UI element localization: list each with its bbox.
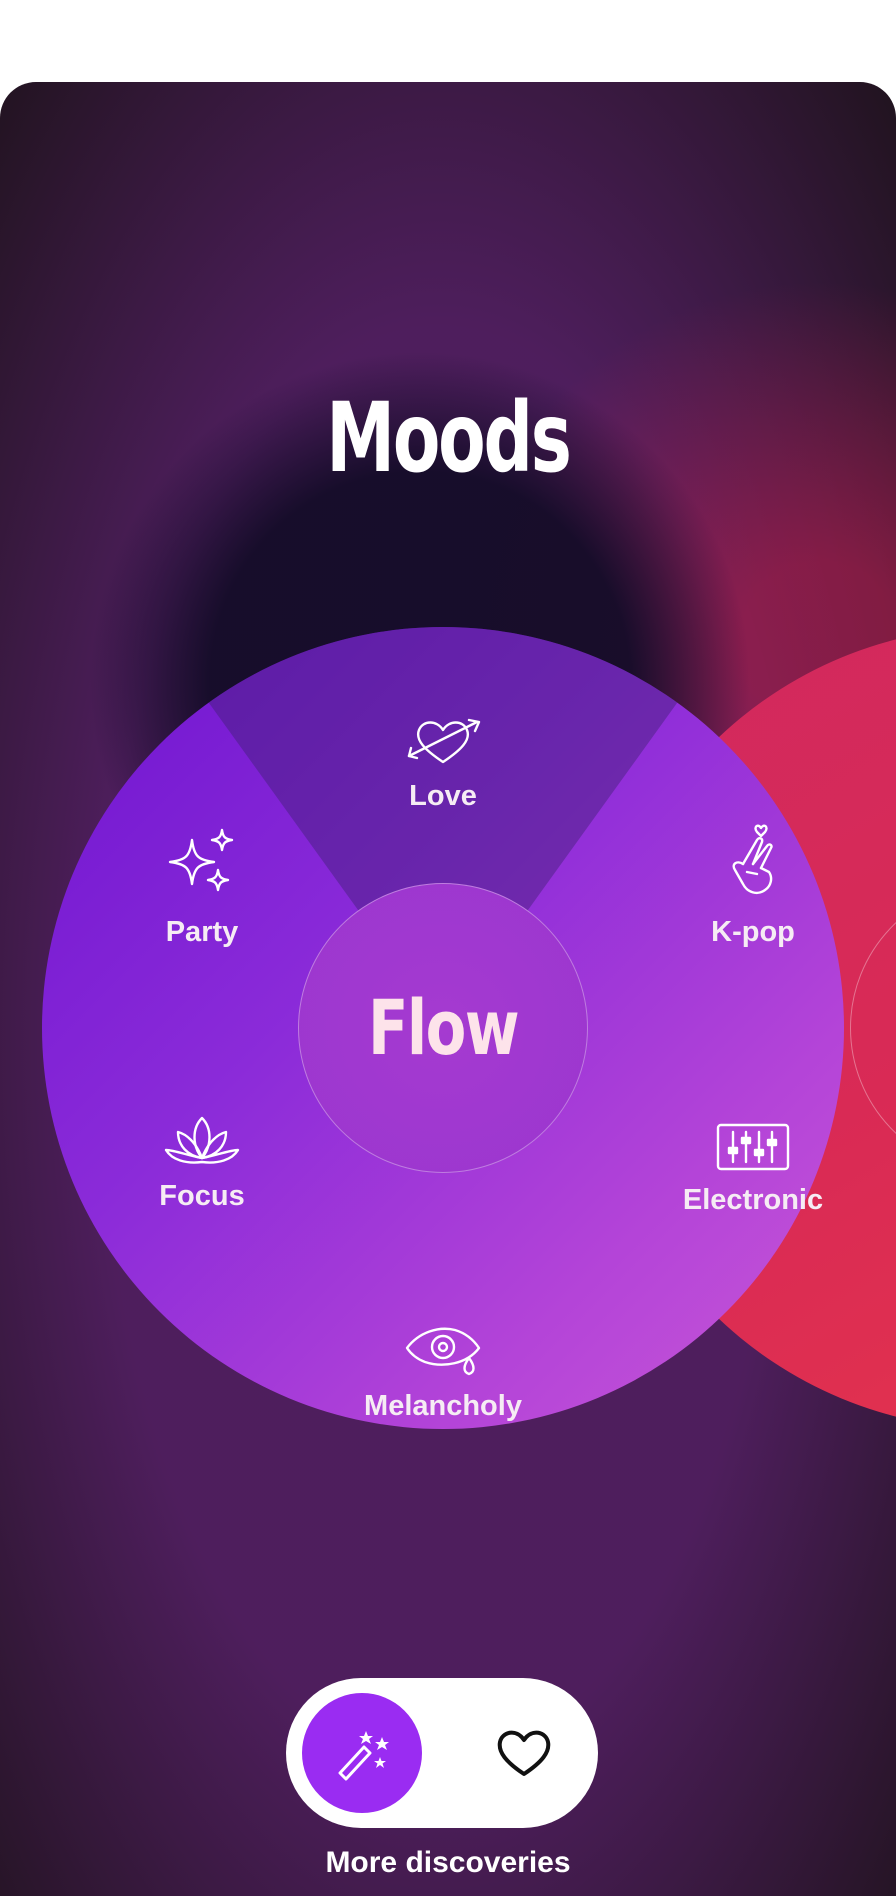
view-switcher xyxy=(286,1678,598,1828)
mood-label-focus: Focus xyxy=(159,1180,245,1212)
mood-item-love[interactable]: Love xyxy=(343,712,543,813)
lotus-icon xyxy=(164,1116,240,1164)
mood-item-focus[interactable]: Focus xyxy=(102,1112,302,1213)
mood-label-party: Party xyxy=(165,916,239,948)
mood-item-party[interactable]: Party xyxy=(102,824,302,949)
mood-label-love: Love xyxy=(409,780,477,812)
crying-eye-icon xyxy=(405,1327,481,1376)
mood-item-melancholy[interactable]: Melancholy xyxy=(343,1324,543,1423)
finger-heart-icon xyxy=(732,824,773,895)
equalizer-icon xyxy=(716,1123,790,1171)
favorites-tab-button[interactable] xyxy=(464,1693,584,1813)
mood-label-kpop: K-pop xyxy=(711,916,795,948)
page-title: Moods xyxy=(326,382,572,494)
wheel-center-label: Flow xyxy=(367,983,520,1072)
moods-sheet: Moods Flow Love Party Focus Melancholy K… xyxy=(0,82,896,1896)
heart-icon xyxy=(497,1730,551,1776)
mood-label-electronic: Electronic xyxy=(682,1184,824,1216)
mood-item-electronic[interactable]: Electronic xyxy=(653,1122,853,1217)
mood-label-melancholy: Melancholy xyxy=(364,1390,522,1422)
view-switcher-caption: More discoveries xyxy=(325,1846,571,1879)
sparkles-icon xyxy=(168,828,234,892)
magic-wand-icon xyxy=(338,1731,389,1781)
discover-tab-button[interactable] xyxy=(302,1693,422,1813)
wheel-center-label xyxy=(882,883,896,1173)
mood-item-kpop[interactable]: K-pop xyxy=(653,824,853,949)
heart-arrow-icon xyxy=(407,718,481,764)
